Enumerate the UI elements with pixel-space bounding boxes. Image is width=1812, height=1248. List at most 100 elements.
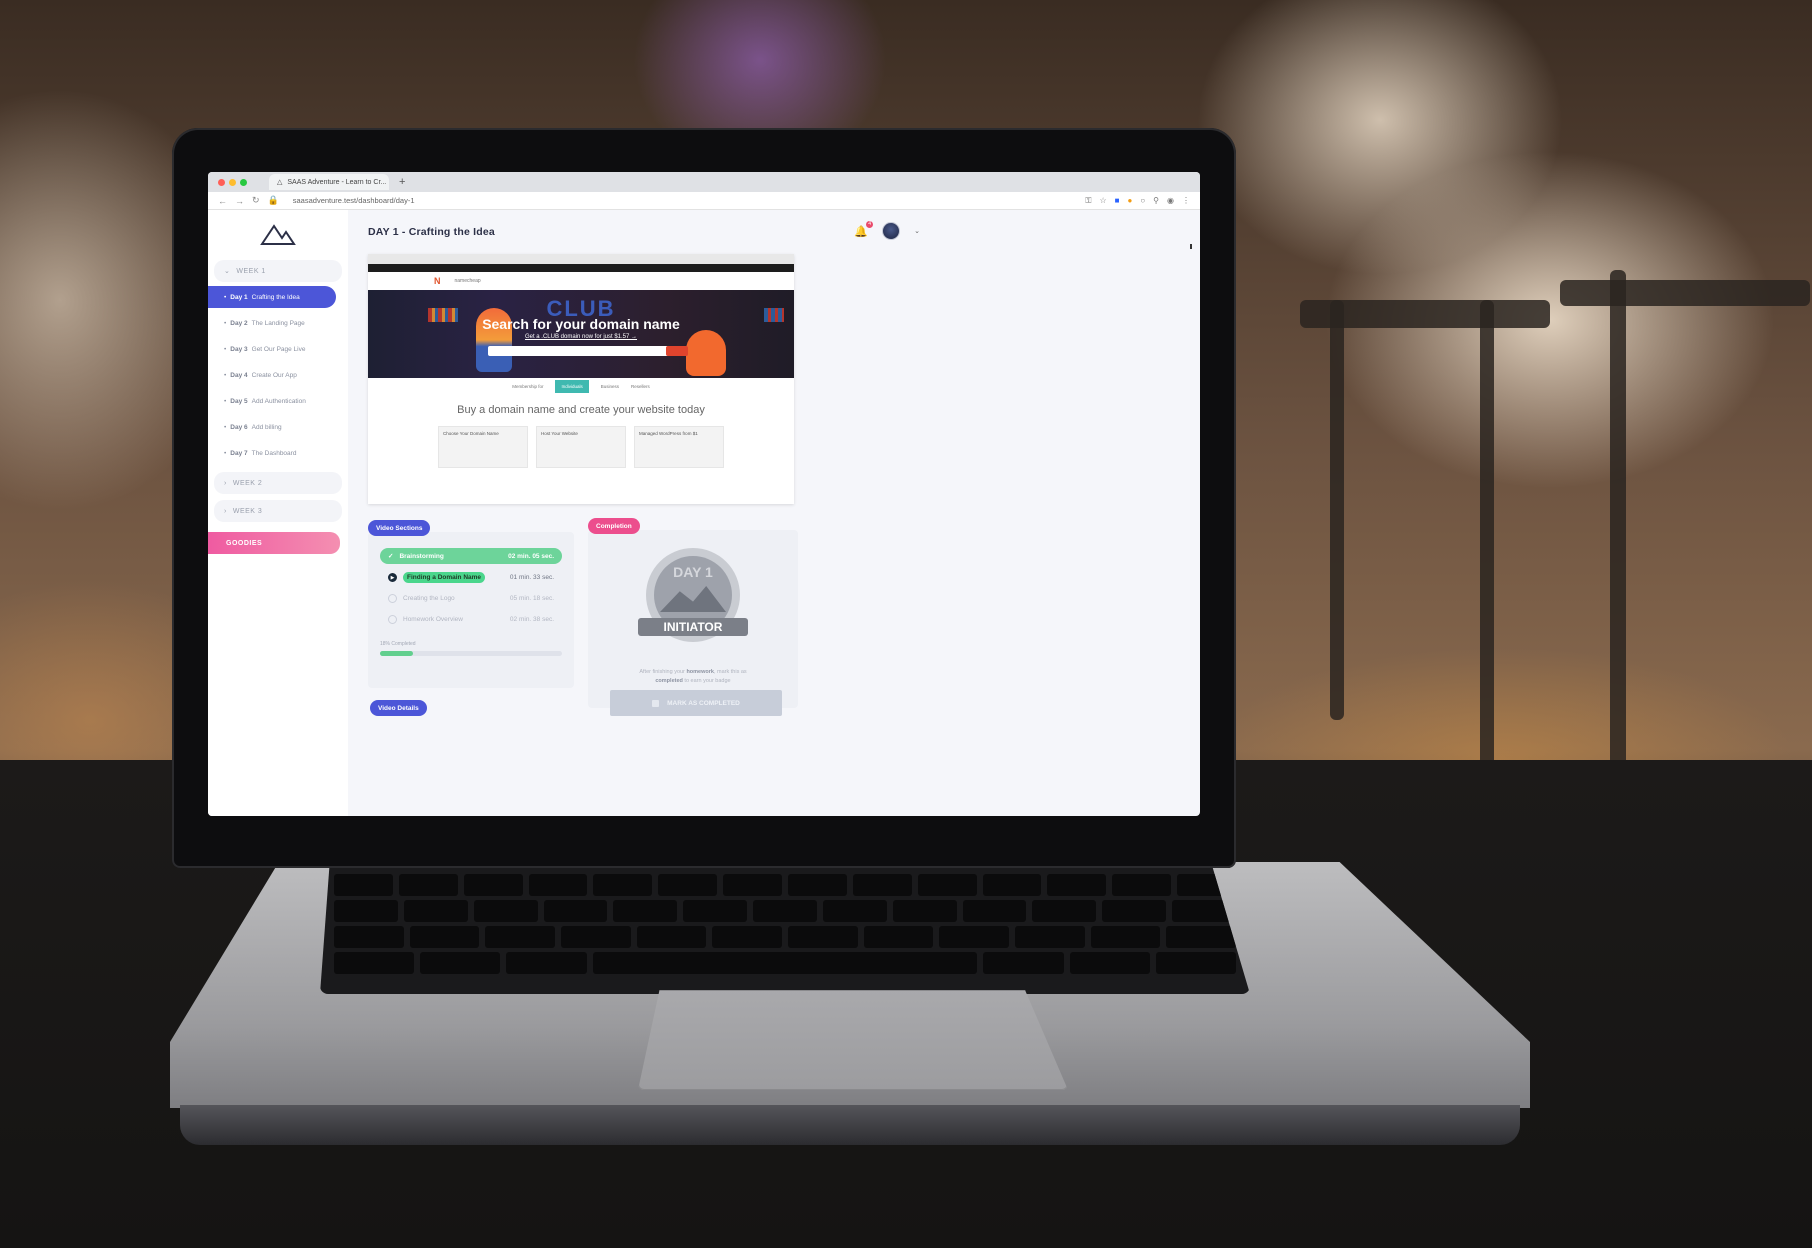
video-tagline: Buy a domain name and create your websit… (457, 404, 705, 416)
url-input[interactable]: saasadventure.test/dashboard/day-1 (293, 196, 1078, 205)
day-label: Add Authentication (251, 397, 306, 405)
stool-seat (1300, 300, 1550, 328)
sidebar-item-goodies[interactable]: GOODIES (208, 532, 340, 554)
back-icon[interactable]: ← (218, 196, 227, 206)
video-hero-title: Search for your domain name (482, 316, 680, 332)
browser-tab-bar: △ SAAS Adventure - Learn to Cr... × + (208, 172, 1200, 192)
video-details-label: Video Details (370, 700, 427, 716)
video-tab: Business (600, 383, 620, 389)
menu-icon[interactable]: ⋮ (1182, 196, 1190, 205)
browser-tab[interactable]: △ SAAS Adventure - Learn to Cr... × (269, 174, 389, 190)
lock-icon: • (224, 371, 227, 379)
minimize-window-dot[interactable] (229, 178, 236, 186)
day-number: Day 2 (230, 319, 248, 327)
video-card: Choose Your Domain Name (438, 426, 528, 468)
logo-icon[interactable] (260, 222, 296, 246)
video-sections-panel: ✓ Brainstorming 02 min. 05 sec. ▶ Finding … (368, 532, 574, 688)
checkbox-icon (652, 699, 660, 707)
sidebar-item-day-2[interactable]: • Day 2 The Landing Page (208, 312, 336, 334)
week-label: WEEK 3 (232, 507, 263, 515)
star-icon[interactable]: ☆ (1099, 196, 1106, 205)
app: ⌄ WEEK 1 • Day 1 Crafting the Idea • Day… (208, 210, 1200, 816)
completion-label: Completion (588, 518, 640, 534)
completion-completed: completed (655, 678, 683, 684)
sidebar-week-1[interactable]: ⌄ WEEK 1 (214, 260, 342, 282)
video-player[interactable]: N namecheap CLUB Search for your domain … (368, 254, 794, 504)
day-label: Get Our Page Live (251, 345, 306, 353)
lesson-item[interactable]: ✓ Brainstorming 02 min. 05 sec. (380, 548, 562, 564)
badge: DAY 1 INITIATOR (638, 548, 748, 642)
sidebar-item-day-6[interactable]: • Day 6 Add billing (208, 416, 336, 438)
sidebar-week-3[interactable]: › WEEK 3 (214, 500, 342, 522)
completion-text: , mark this as (713, 669, 747, 675)
check-icon: ✓ (388, 553, 394, 560)
mark-as-completed-label: MARK AS COMPLETED (667, 699, 740, 707)
lock-icon: • (224, 423, 227, 431)
lesson-item[interactable]: ▶ Finding a Domain Name 01 min. 33 sec. (380, 569, 562, 585)
namecheap-logo-icon: N (434, 276, 441, 286)
video-tab: Individuals (555, 379, 589, 393)
maximize-window-dot[interactable] (240, 178, 247, 186)
header-actions: 🔔 4 ⌄ (854, 220, 920, 240)
play-icon: ▶ (388, 572, 397, 582)
video-browser-chrome (368, 254, 794, 264)
extension-icon[interactable]: ■ (1115, 196, 1120, 205)
stool-leg (1330, 300, 1344, 720)
new-tab-button[interactable]: + (399, 176, 405, 188)
video-card-title: Choose Your Domain Name (443, 431, 499, 436)
sidebar-item-day-3[interactable]: • Day 3 Get Our Page Live (208, 338, 336, 360)
video-card: Host Your Website (536, 426, 626, 468)
completion-text: to earn your badge (684, 678, 731, 684)
lock-icon: • (224, 345, 227, 353)
lesson-item[interactable]: Creating the Logo 05 min. 18 sec. (380, 590, 562, 606)
tab-title: SAAS Adventure - Learn to Cr... (287, 178, 387, 186)
key-icon[interactable]: ⚿ (1085, 196, 1091, 206)
profile-icon[interactable]: ◉ (1167, 196, 1174, 205)
video-topbar (368, 264, 794, 272)
lesson-item[interactable]: Homework Overview 02 min. 38 sec. (380, 611, 562, 627)
mouse-cursor (1190, 244, 1192, 249)
video-tabs: Membership for Individuals Business Rese… (368, 378, 794, 394)
sidebar-item-day-1[interactable]: • Day 1 Crafting the Idea (208, 286, 336, 308)
sidebar-week-2[interactable]: › WEEK 2 (214, 472, 342, 494)
lock-icon: 🔒 (267, 195, 279, 205)
extension-icon[interactable]: ⚲ (1153, 196, 1159, 205)
forward-icon[interactable]: → (235, 196, 244, 206)
completion-homework: homework (686, 669, 714, 675)
address-bar: ← → ↻ 🔒 saasadventure.test/dashboard/day… (208, 192, 1200, 210)
video-logo-text: namecheap (454, 278, 481, 284)
progress-bar (380, 651, 562, 656)
extension-icon[interactable]: ● (1127, 196, 1132, 205)
circle-icon (388, 593, 397, 603)
close-window-dot[interactable] (218, 178, 225, 186)
day-number: Day 7 (230, 449, 248, 457)
sidebar-item-day-4[interactable]: • Day 4 Create Our App (208, 364, 336, 386)
day-number: Day 6 (230, 423, 248, 431)
bell-icon[interactable]: 🔔 4 (854, 220, 874, 238)
video-site-header: N namecheap (368, 272, 794, 290)
sidebar-item-day-5[interactable]: • Day 5 Add Authentication (208, 390, 336, 412)
day-label: Crafting the Idea (251, 293, 300, 301)
badge-day: DAY 1 (673, 564, 713, 580)
mountain-icon (660, 586, 726, 612)
reload-icon[interactable]: ↻ (252, 195, 260, 206)
page-title: DAY 1 - Crafting the Idea (368, 226, 495, 238)
video-search-field (488, 346, 672, 356)
video-card-title: Host Your Website (541, 431, 578, 436)
chevron-down-icon[interactable]: ⌄ (914, 227, 920, 235)
day-label: The Landing Page (251, 319, 305, 327)
sidebar-item-day-7[interactable]: • Day 7 The Dashboard (208, 442, 336, 464)
avatar[interactable] (882, 222, 901, 240)
day-number: Day 1 (230, 293, 248, 301)
lock-icon: • (224, 293, 227, 301)
week-label: WEEK 2 (232, 479, 263, 487)
mark-as-completed-button[interactable]: MARK AS COMPLETED (610, 690, 782, 716)
video-tab: Resellers (631, 383, 650, 389)
goodies-label: GOODIES (226, 539, 263, 547)
stool-leg (1480, 300, 1494, 780)
circle-icon (388, 614, 397, 624)
video-sections-label: Video Sections (368, 520, 431, 536)
lock-icon: • (224, 319, 227, 327)
extension-icon[interactable]: ○ (1140, 196, 1145, 205)
laptop-base-front (180, 1105, 1520, 1145)
